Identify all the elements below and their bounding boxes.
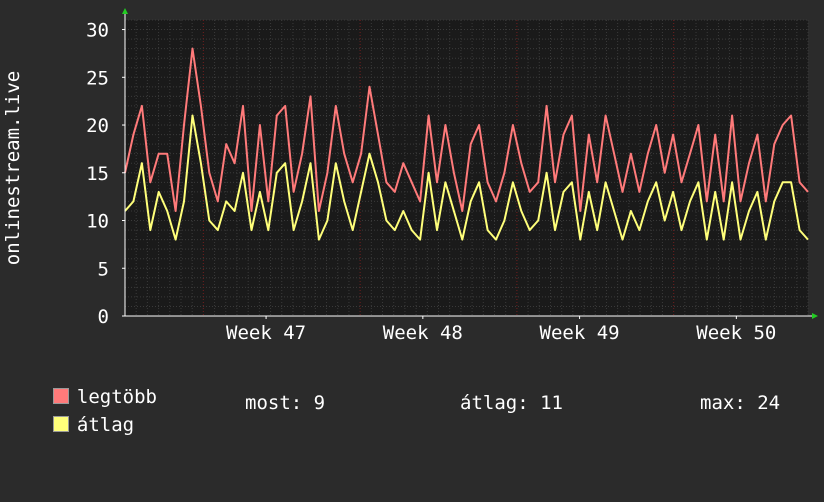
stat-max: max: 24 <box>700 392 781 414</box>
stat-now: most: 9 <box>245 392 326 414</box>
y-tick-label: 5 <box>98 258 109 280</box>
y-tick-label: 20 <box>86 115 109 137</box>
y-axis-label: onlinestream.live <box>2 71 24 265</box>
y-tick-label: 25 <box>86 67 109 89</box>
x-tick-label: Week 47 <box>226 322 306 344</box>
y-tick-label: 15 <box>86 163 109 185</box>
legend-label-avg: átlag <box>76 414 135 436</box>
legend-row-avg: átlag most: 9 átlag: 11 max: 24 <box>30 392 800 502</box>
x-axis-arrow <box>812 313 818 319</box>
y-tick-label: 0 <box>98 306 109 328</box>
stat-avg: átlag: 11 <box>460 392 563 414</box>
chart-svg: 0 5 10 15 20 25 30 Week 47 Week 48 Week 49 Week 50… <box>2 8 818 344</box>
plot-area <box>125 20 808 316</box>
y-axis-arrow <box>122 8 128 14</box>
x-tick-label: Week 48 <box>383 322 463 344</box>
y-tick-label: 30 <box>86 20 109 42</box>
y-tick-label: 10 <box>86 211 109 233</box>
x-tick-label: Week 50 <box>696 322 776 344</box>
x-tick-label: Week 49 <box>540 322 620 344</box>
